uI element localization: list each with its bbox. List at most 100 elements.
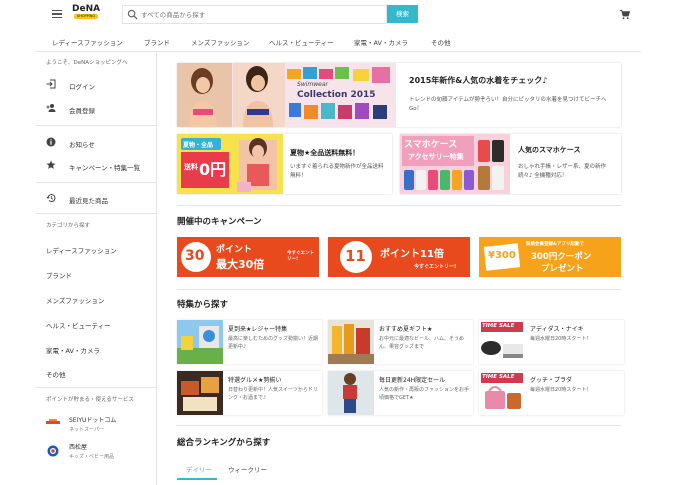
feature-summer-gift[interactable]: おすすめ夏ギフト★ お中元に最適なビール、ハム、そうめん、果容グッズまで (328, 320, 473, 364)
nav-mens-fashion[interactable]: メンズファッション (191, 37, 249, 47)
feature-gourmet-title: 特選グルメ★勢揃い (228, 377, 282, 384)
add-user-icon (46, 104, 56, 112)
24h-sale-image (328, 371, 374, 415)
divider (177, 205, 621, 206)
hamburger-menu-icon[interactable] (52, 10, 62, 19)
shipping-desc: いますぐ着られる夏物新作が全品送料無料！ (290, 164, 384, 179)
info-icon (46, 137, 56, 147)
sidebar: ようこそ、DeNAショッピングへ ログイン 会員登録 お知らせ キャンペーン・特… (36, 53, 157, 485)
feature-adidas-nike-desc: 毎週水曜日20時スタート！ (530, 336, 592, 342)
feature-leisure-desc: 最高に楽しむためのグッズ勢揃い！近期更新中♪ (228, 336, 319, 350)
sidebar-recent[interactable]: 最近見た商品 (69, 195, 108, 205)
sidebar-item-brand[interactable]: ブランド (46, 270, 72, 280)
dena-shopping-logo[interactable]: DeNA SHOPPING (72, 4, 100, 26)
shipping-banner-text-2: 送料 (184, 163, 198, 171)
category-heading: カテゴリから探す (46, 223, 91, 229)
service-seiyu-sub: ネットスーパー (69, 427, 104, 433)
time-sale-badge: TIME SALE (482, 323, 515, 329)
feature-summer-gift-desc: お中元に最適なビール、ハム、そうめん、果容グッズまで (379, 336, 465, 350)
shipping-banner-text-1: 夏物・全品 (183, 142, 214, 149)
phonecase-title: 人気のスマホケース (518, 146, 581, 154)
nav-electronics[interactable]: 家電・AV・カメラ (354, 37, 408, 47)
feature-24h-sale-desc: 人気の新作・再販のファッションをお手頃価格でGET★ (379, 387, 470, 401)
feature-gucci-prada-desc: 毎週水曜日20時スタート！ (530, 387, 592, 393)
seiyu-logo (46, 417, 60, 427)
category-nav: レディースファッション ブランド メンズファッション ヘルス・ビューティー 家電… (36, 31, 641, 52)
nav-ladies-fashion[interactable]: レディースファッション (52, 37, 123, 47)
summer-gift-image (328, 320, 374, 364)
swimwear-desc: トレンドの旬顔アイテムが勢ぞろい！自分にピッタリの水着を見つけてビーチへGo！ (409, 97, 607, 112)
phonecase-banner-image: スマホケース アクセサリー特集 (400, 134, 510, 194)
shipping-banner-image: 夏物・全品 送料 0円 (177, 134, 283, 194)
sidebar-item-other[interactable]: その他 (46, 369, 66, 379)
sidebar-item-ladies-fashion[interactable]: レディースファッション (46, 245, 117, 255)
campaign-coupon-line2: プレゼント (541, 264, 584, 274)
feature-24h-sale[interactable]: 毎日更新24H限定セール 人気の新作・再販のファッションをお手頃価格でGET★ (328, 371, 473, 415)
nav-health-beauty[interactable]: ヘルス・ビューティー (269, 37, 334, 47)
sidebar-item-electronics[interactable]: 家電・AV・カメラ (46, 345, 100, 355)
campaign-coupon-small: 新規会員登録&アプリ起動で (526, 242, 584, 247)
campaign-heading: 開催中のキャンペーン (177, 217, 262, 227)
search-input[interactable] (141, 8, 381, 21)
swimwear-banner-text-2: Collection 2015 (297, 90, 376, 100)
time-sale-badge: TIME SALE (482, 374, 515, 380)
feature-gourmet[interactable]: 特選グルメ★勢揃い 日替わり更新中！人気スイーツからドリンク・お酒まで♪ (177, 371, 322, 415)
campaign-coupon-300[interactable]: ¥300 新規会員登録&アプリ起動で 300円クーポン プレゼント (479, 237, 621, 277)
divider (36, 213, 157, 214)
nav-other[interactable]: その他 (431, 37, 451, 47)
campaign-30-line1: ポイント (216, 245, 253, 255)
tab-daily[interactable]: デイリー (186, 464, 212, 474)
sidebar-item-mens-fashion[interactable]: メンズファッション (46, 295, 104, 305)
points-heading: ポイントが貯まる・使えるサービス (46, 397, 134, 403)
shipping-banner-text-3: 0円 (199, 160, 227, 179)
service-nishimatsuya[interactable]: 西松屋 (69, 442, 87, 451)
sidebar-campaigns[interactable]: キャンペーン・特集一覧 (69, 162, 140, 172)
swimwear-banner-image: Swimwear Collection 2015 (177, 63, 396, 127)
divider (177, 289, 621, 290)
campaign-30-tag: 今すぐエントリー! (287, 251, 314, 262)
campaign-point-30x[interactable]: 30 ポイント 最大30倍 今すぐエントリー! (177, 237, 319, 277)
phonecase-banner-text-2: アクセサリー特集 (408, 153, 464, 161)
campaign-30-line2: 最大30倍 (216, 258, 265, 271)
sidebar-register[interactable]: 会員登録 (69, 105, 95, 115)
promo-free-shipping[interactable]: 夏物・全品 送料 0円 夏物★全品送料無料！ いますぐ着られる夏物新作が全品送料… (177, 134, 392, 194)
leisure-image (177, 320, 223, 364)
service-seiyu[interactable]: SEIYUドットコム (69, 415, 116, 424)
history-icon (46, 194, 56, 203)
promo-swimwear[interactable]: Swimwear Collection 2015 2015年新作&人気の水着をチ… (177, 63, 621, 127)
search-box (122, 5, 387, 24)
feature-leisure-title: 夏到来★レジャー特集 (228, 326, 288, 333)
feature-heading: 特集から探す (177, 300, 229, 310)
campaign-coupon-line1: 300円クーポン (531, 252, 592, 262)
welcome-text: ようこそ、DeNAショッピングへ (46, 60, 128, 66)
star-icon (46, 160, 56, 169)
gourmet-image (177, 371, 223, 415)
campaign-11-line1: ポイント11倍 (380, 249, 444, 260)
feature-adidas-nike-title: アディダス・ナイキ (530, 326, 584, 333)
sidebar-news[interactable]: お知らせ (69, 139, 95, 149)
search-button[interactable]: 検索 (387, 5, 418, 23)
nishimatsuya-logo (47, 445, 59, 457)
sidebar-item-health-beauty[interactable]: ヘルス・ビューティー (46, 320, 111, 330)
promo-phone-cases[interactable]: スマホケース アクセサリー特集 人気のスマホケース おしゃれ手帳・レザー系、夏の… (400, 134, 621, 194)
feature-gourmet-desc: 日替わり更新中！人気スイーツからドリンク・お酒まで♪ (228, 387, 318, 401)
divider (177, 425, 621, 426)
cart-icon[interactable] (619, 9, 630, 20)
campaign-11-number: 11 (345, 247, 366, 265)
campaign-point-11x[interactable]: 11 ポイント11倍 今すぐエントリー! (328, 237, 470, 277)
feature-adidas-nike[interactable]: TIME SALE アディダス・ナイキ 毎週水曜日20時スタート！ (479, 320, 624, 364)
sidebar-login[interactable]: ログイン (69, 81, 95, 91)
nav-brand[interactable]: ブランド (144, 37, 170, 47)
divider (36, 387, 157, 388)
login-icon (46, 79, 56, 89)
swimwear-banner-text-1: Swimwear (297, 81, 328, 88)
ranking-heading: 総合ランキングから探す (177, 438, 271, 448)
tab-weekly[interactable]: ウィークリー (228, 464, 267, 474)
feature-gucci-prada-title: グッチ・プラダ (530, 377, 573, 384)
shipping-title: 夏物★全品送料無料！ (290, 149, 360, 157)
feature-gucci-prada[interactable]: TIME SALE グッチ・プラダ 毎週水曜日20時スタート！ (479, 371, 624, 415)
service-nishimatsuya-sub: キッズ・ベビー用品 (69, 454, 115, 460)
feature-leisure[interactable]: 夏到来★レジャー特集 最高に楽しむためのグッズ勢揃い！近期更新中♪ (177, 320, 322, 364)
divider (36, 125, 157, 126)
divider (36, 182, 157, 183)
